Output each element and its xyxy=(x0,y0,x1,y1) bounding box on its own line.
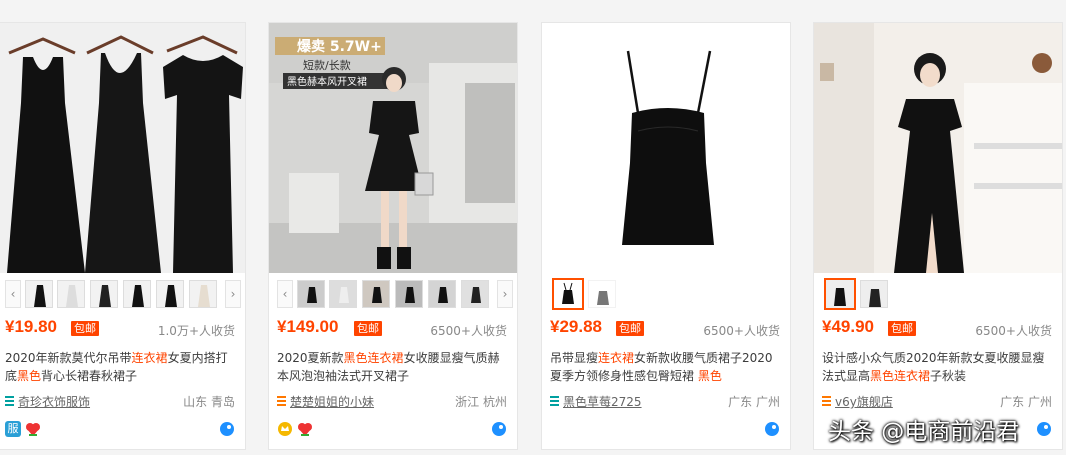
thumbnail[interactable] xyxy=(297,280,325,308)
shop-list-icon xyxy=(5,396,14,406)
title-text: 背心长裙春秋裙子 xyxy=(41,369,138,383)
title-keyword: 黑色连衣裙 xyxy=(343,351,404,365)
product-title[interactable]: 吊带显瘦连衣裙女新款收腰气质裙子2020夏季方领修身性感包臀短裙 黑色 xyxy=(550,349,782,387)
wangwang-chat-icon[interactable] xyxy=(219,421,235,437)
shop-list-icon xyxy=(550,396,559,406)
thumbnail-selected[interactable] xyxy=(552,278,584,310)
thumbnail[interactable] xyxy=(189,280,217,308)
watermark-text: 头条 @电商前沿君 xyxy=(828,419,1020,445)
free-shipping-badge: 包邮 xyxy=(71,321,99,336)
thumb-next-button[interactable]: › xyxy=(497,280,513,308)
heart-flower-icon[interactable] xyxy=(25,421,41,437)
title-keyword: 黑色连衣裙 xyxy=(870,369,931,383)
thumbnail[interactable] xyxy=(25,280,53,308)
thumbnail[interactable] xyxy=(395,280,423,308)
wangwang-chat-icon[interactable] xyxy=(764,421,780,437)
thumb-next-button[interactable]: › xyxy=(225,280,241,308)
product-image[interactable] xyxy=(814,23,1062,273)
product-card[interactable]: 爆卖 5.7W+ 短款/长款 黑色赫本风开叉裙 ‹ › ¥149.00 包邮 6… xyxy=(268,22,518,450)
thumbnail[interactable] xyxy=(156,280,184,308)
shop-name-link[interactable]: 奇珍衣饰服饰 xyxy=(18,393,90,410)
thumbnail-strip xyxy=(814,278,1062,310)
sales-count: 6500+人收货 xyxy=(430,324,507,338)
wangwang-chat-icon[interactable] xyxy=(491,421,507,437)
photo-caption-bot: 黑色赫本风开叉裙 xyxy=(287,75,367,88)
product-card[interactable]: ¥49.90 包邮 6500+人收货 设计感小众气质2020年新款女夏收腰显瘦法… xyxy=(813,22,1063,450)
product-image[interactable] xyxy=(542,23,790,273)
thumbnail[interactable] xyxy=(860,280,888,308)
location: 广东 广州 xyxy=(728,395,780,409)
thumbnail[interactable] xyxy=(90,280,118,308)
thumbnail-strip: ‹ › xyxy=(0,280,245,310)
product-image[interactable]: 爆卖 5.7W+ 短款/长款 黑色赫本风开叉裙 xyxy=(269,23,517,273)
thumbnail[interactable] xyxy=(588,280,616,308)
product-image[interactable] xyxy=(0,23,245,273)
product-card[interactable]: ‹ › ¥19.80 包邮 1.0万+人收货 2020年新款莫代尔吊带连衣裙女夏… xyxy=(0,22,246,450)
watermark: 头条 @电商前沿君 xyxy=(826,404,1064,445)
thumb-prev-button[interactable]: ‹ xyxy=(277,280,293,308)
free-shipping-badge: 包邮 xyxy=(616,321,644,336)
sales-count: 6500+人收货 xyxy=(975,324,1052,338)
free-shipping-badge: 包邮 xyxy=(354,321,382,336)
product-title[interactable]: 2020年新款莫代尔吊带连衣裙女夏内搭打底黑色背心长裙春秋裙子 xyxy=(5,349,237,387)
price: ¥29.88 xyxy=(550,317,602,336)
free-shipping-badge: 包邮 xyxy=(888,321,916,336)
title-keyword: 连衣裙 xyxy=(598,351,635,365)
thumbnail[interactable] xyxy=(428,280,456,308)
shop-name-link[interactable]: 黑色草莓2725 xyxy=(563,393,642,410)
title-text: 子秋装 xyxy=(930,369,967,383)
photo-caption-mid: 短款/长款 xyxy=(303,58,351,72)
photo-caption-top: 爆卖 5.7W+ xyxy=(297,38,382,55)
price: ¥49.90 xyxy=(822,317,874,336)
heart-flower-icon[interactable] xyxy=(297,421,313,437)
service-icon-fu[interactable]: 服 xyxy=(5,421,21,437)
product-title[interactable]: 设计感小众气质2020年新款女夏收腰显瘦法式显高黑色连衣裙子秋装 xyxy=(822,349,1054,387)
location: 浙江 杭州 xyxy=(455,395,507,409)
price: ¥19.80 xyxy=(5,317,57,336)
thumbnail-selected[interactable] xyxy=(824,278,856,310)
title-keyword: 黑色 xyxy=(697,369,722,383)
title-keyword: 黑色 xyxy=(17,369,42,383)
price: ¥149.00 xyxy=(277,317,339,336)
sales-count: 1.0万+人收货 xyxy=(157,324,235,338)
product-card[interactable]: ¥29.88 包邮 6500+人收货 吊带显瘦连衣裙女新款收腰气质裙子2020夏… xyxy=(541,22,791,450)
thumbnail[interactable] xyxy=(57,280,85,308)
shop-name-link[interactable]: 楚楚姐姐的小妹 xyxy=(290,393,374,410)
location: 山东 青岛 xyxy=(183,395,235,409)
title-text: 吊带显瘦 xyxy=(550,351,599,365)
sales-count: 6500+人收货 xyxy=(703,324,780,338)
thumbnail-strip xyxy=(542,278,790,310)
product-title[interactable]: 2020夏新款黑色连衣裙女收腰显瘦气质赫本风泡泡袖法式开叉裙子 xyxy=(277,349,509,387)
thumbnail[interactable] xyxy=(461,280,489,308)
title-keyword: 连衣裙 xyxy=(131,351,168,365)
shop-list-icon xyxy=(277,396,286,406)
title-text: 2020年新款莫代尔吊带 xyxy=(5,351,132,365)
thumbnail[interactable] xyxy=(329,280,357,308)
title-text: 2020夏新款 xyxy=(277,351,344,365)
gold-crown-icon[interactable] xyxy=(277,421,293,437)
thumbnail-strip: ‹ › xyxy=(269,280,517,310)
thumbnail[interactable] xyxy=(362,280,390,308)
thumbnail[interactable] xyxy=(123,280,151,308)
thumb-prev-button[interactable]: ‹ xyxy=(5,280,21,308)
